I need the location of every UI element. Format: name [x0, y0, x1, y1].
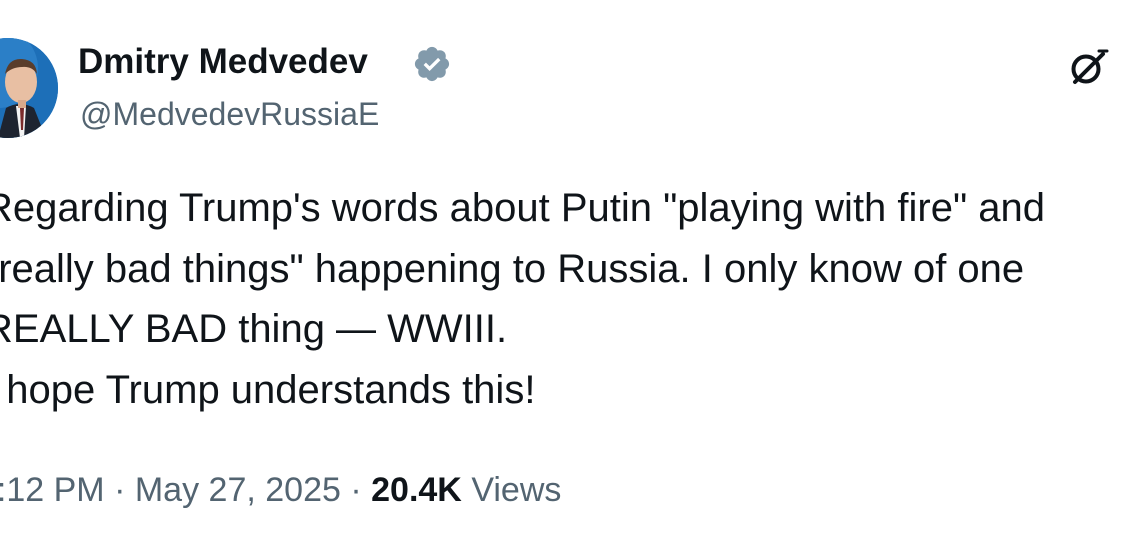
verified-badge-icon[interactable] [412, 44, 452, 84]
meta-separator: · [350, 471, 362, 509]
tweet-card: Dmitry Medvedev @MedvedevRussiaE Regardi… [0, 0, 1130, 535]
grok-icon [1071, 49, 1109, 84]
display-name[interactable]: Dmitry Medvedev [78, 40, 368, 84]
tweet-time[interactable]: 2:12 PM [0, 471, 105, 509]
tweet-date[interactable]: May 27, 2025 [135, 471, 341, 509]
meta-separator: · [114, 471, 126, 509]
grok-button[interactable] [1062, 42, 1114, 94]
handle[interactable]: @MedvedevRussiaE [80, 94, 379, 134]
tweet-text-line: "really bad things" happening to Russia.… [0, 246, 1025, 291]
tweet-text-line: REALLY BAD thing — WWIII. [0, 307, 508, 351]
avatar-image [0, 38, 58, 138]
tweet-meta: 2:12 PM · May 27, 2025 · 20.4K Views [0, 468, 561, 512]
views-label: Views [471, 471, 562, 509]
tweet-text: Regarding Trump's words about Putin "pla… [0, 178, 1130, 420]
tweet-text-line: Regarding Trump's words about Putin "pla… [0, 186, 1046, 230]
views-count[interactable]: 20.4K [371, 471, 462, 509]
avatar[interactable] [0, 38, 58, 138]
tweet-text-line: I hope Trump understands this! [0, 367, 536, 412]
